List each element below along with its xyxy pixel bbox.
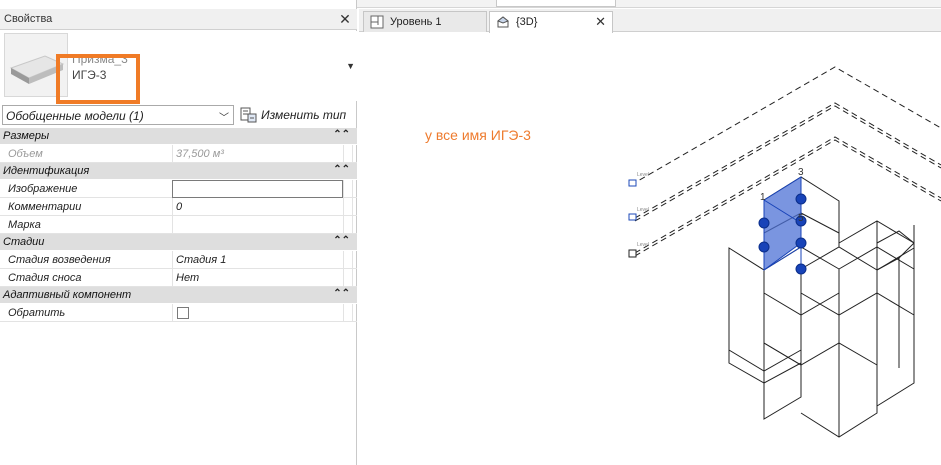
property-row-phase-demolished: Стадия сноса Нет	[0, 269, 357, 287]
row-edge	[343, 269, 353, 287]
phase-created-value-field[interactable]: Стадия 1	[172, 251, 343, 269]
point-label-5: 5	[798, 213, 804, 224]
properties-palette: Свойства ✕ Призма_3 ИГЭ-3 ▼ Обобщенные м…	[0, 0, 357, 465]
group-dimensions[interactable]: Размеры ⌃⌃	[0, 128, 357, 145]
row-edge	[343, 198, 353, 216]
collapse-icon[interactable]: ⌃⌃	[333, 164, 350, 175]
close-icon[interactable]: ✕	[337, 11, 353, 27]
top-field	[496, 0, 616, 7]
tab-level-1[interactable]: Уровень 1	[363, 11, 487, 32]
properties-grid: Размеры ⌃⌃ Объем 37,500 м³ Идентификация…	[0, 128, 357, 322]
edit-type-label: Изменить тип	[261, 108, 347, 122]
tab-3d[interactable]: {3D} ✕	[489, 11, 613, 33]
property-name: Изображение	[8, 183, 78, 195]
group-label: Адаптивный компонент	[3, 289, 132, 301]
property-row-mark: Марка	[0, 216, 357, 234]
type-selector[interactable]: Призма_3 ИГЭ-3 ▼	[0, 31, 357, 101]
property-name: Стадия возведения	[8, 254, 111, 266]
collapse-icon[interactable]: ⌃⌃	[333, 235, 350, 246]
point-label-1: 1	[760, 192, 766, 203]
tab-label: Уровень 1	[390, 16, 442, 28]
3d-house-icon	[496, 15, 510, 29]
property-value: 0	[176, 201, 183, 213]
property-name: Объем	[8, 148, 43, 160]
chevron-down-icon: ﹀	[219, 113, 229, 124]
collapse-icon[interactable]: ⌃⌃	[333, 129, 350, 140]
phase-demolished-value-field[interactable]: Нет	[172, 269, 343, 287]
row-edge	[343, 145, 353, 163]
group-adaptive-component[interactable]: Адаптивный компонент ⌃⌃	[0, 287, 357, 304]
group-label: Идентификация	[3, 165, 90, 177]
property-name: Марка	[8, 219, 41, 231]
flip-checkbox[interactable]	[177, 307, 189, 319]
row-edge	[343, 304, 353, 322]
property-row-flip: Обратить	[0, 304, 357, 322]
edit-type-button[interactable]: Изменить тип	[240, 105, 355, 125]
property-value: Нет	[176, 272, 200, 284]
filter-row: Обобщенные модели (1) ﹀ Изменить тип	[0, 104, 357, 126]
chevron-down-icon[interactable]: ▼	[346, 61, 355, 71]
property-row-volume: Объем 37,500 м³	[0, 145, 357, 163]
property-row-comments: Комментарии 0	[0, 198, 357, 216]
mark-value-field[interactable]	[172, 216, 343, 234]
collapse-icon[interactable]: ⌃⌃	[333, 288, 350, 299]
category-filter-select[interactable]: Обобщенные модели (1) ﹀	[2, 105, 234, 125]
close-tab-icon[interactable]: ✕	[595, 14, 606, 30]
prism-wireframe	[728, 176, 915, 438]
3d-model-drawing: Level Level Level 1 3 5	[628, 66, 941, 438]
view-tabs: Уровень 1 {3D} ✕	[359, 9, 941, 33]
row-edge	[343, 180, 353, 198]
category-filter-value: Обобщенные модели (1)	[6, 109, 144, 123]
orange-highlight-box	[56, 54, 140, 104]
property-row-phase-created: Стадия возведения Стадия 1	[0, 251, 357, 269]
svg-text:Level: Level	[637, 207, 649, 213]
floor-plan-icon	[370, 15, 384, 29]
property-name: Обратить	[8, 307, 66, 319]
group-label: Размеры	[3, 130, 50, 142]
property-value: Стадия 1	[176, 254, 227, 266]
properties-title: Свойства	[4, 13, 53, 25]
property-row-image: Изображение	[0, 180, 357, 198]
row-edge	[343, 251, 353, 269]
image-value-field[interactable]	[172, 180, 343, 198]
property-value-cell: 37,500 м³	[172, 145, 343, 163]
flip-value-cell	[172, 304, 343, 322]
property-name: Комментарии	[8, 201, 82, 213]
properties-title-bar: Свойства ✕	[0, 9, 357, 30]
point-label-3: 3	[798, 167, 804, 178]
edit-type-icon	[240, 107, 257, 123]
row-edge	[343, 216, 353, 234]
group-label: Стадии	[3, 236, 45, 248]
tab-label: {3D}	[516, 16, 538, 28]
property-name: Стадия сноса	[8, 272, 82, 284]
property-value: 37,500 м³	[176, 148, 224, 160]
selected-face	[763, 176, 802, 271]
3d-view-canvas[interactable]: у все имя ИГЭ-3 Level Level Level 1 3 5	[359, 33, 941, 465]
comments-value-field[interactable]: 0	[172, 198, 343, 216]
group-identification[interactable]: Идентификация ⌃⌃	[0, 163, 357, 180]
svg-text:Level: Level	[637, 172, 649, 178]
group-phasing[interactable]: Стадии ⌃⌃	[0, 234, 357, 251]
svg-text:Level: Level	[637, 242, 649, 248]
